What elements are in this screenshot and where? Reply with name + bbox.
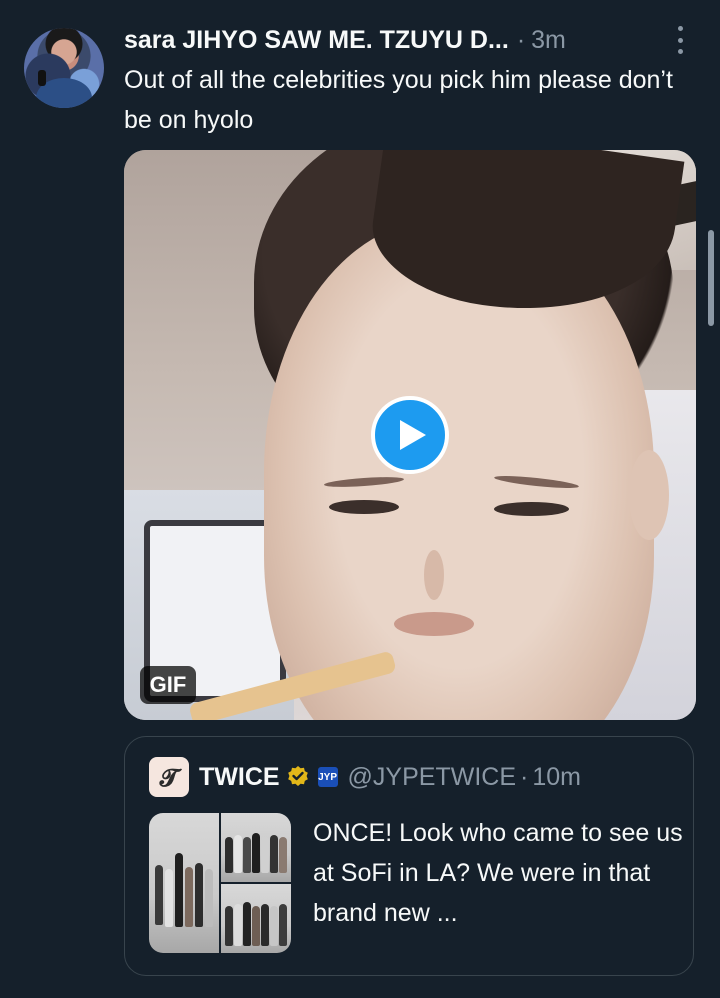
quoted-avatar-logo: 𝓣 <box>159 762 179 792</box>
media-frame-eye <box>494 502 569 516</box>
quoted-tweet[interactable]: 𝓣 TWICE JYP @JYPETWICE · 10m ONCE! Look … <box>124 736 694 976</box>
media-frame-lips <box>394 612 474 636</box>
gif-badge: GIF <box>140 666 196 704</box>
quoted-thumbnail <box>149 813 219 953</box>
media-frame-nose <box>424 550 444 600</box>
tweet-text: Out of all the celebrities you pick him … <box>124 66 673 134</box>
more-dot <box>677 26 683 31</box>
more-dot <box>677 49 683 54</box>
display-name[interactable]: sara JIHYO SAW ME. TZUYU D... <box>124 26 509 55</box>
quoted-thumbnail <box>221 884 291 953</box>
quoted-avatar[interactable]: 𝓣 <box>149 757 189 797</box>
quoted-thumbnail <box>221 813 291 882</box>
quoted-handle[interactable]: @JYPETWICE <box>348 763 516 792</box>
tweet-card[interactable]: sara JIHYO SAW ME. TZUYU D... · 3m Out o… <box>0 0 720 998</box>
play-icon <box>400 420 426 450</box>
verified-gold-badge-icon <box>286 765 310 789</box>
quoted-timestamp[interactable]: 10m <box>532 763 581 792</box>
play-button[interactable] <box>371 396 449 474</box>
quoted-header: TWICE JYP @JYPETWICE · 10m <box>199 757 581 797</box>
media-frame-eye <box>329 500 399 514</box>
quoted-separator: · <box>520 762 529 791</box>
tweet-header: sara JIHYO SAW ME. TZUYU D... · 3m <box>124 24 684 56</box>
timestamp[interactable]: 3m <box>531 26 566 55</box>
quoted-text: ONCE! Look who came to see us at SoFi in… <box>313 819 683 927</box>
more-options-icon[interactable] <box>670 26 690 54</box>
avatar-photo-mic <box>38 70 46 86</box>
more-dot <box>677 37 683 43</box>
affiliate-badge[interactable]: JYP <box>317 767 338 787</box>
quoted-display-name[interactable]: TWICE <box>199 763 280 792</box>
scrollbar-thumb[interactable] <box>708 230 714 326</box>
media-frame-ear <box>629 450 669 540</box>
header-separator: · <box>516 25 526 54</box>
quoted-media-thumbnails[interactable] <box>149 813 291 953</box>
avatar[interactable] <box>24 28 104 108</box>
